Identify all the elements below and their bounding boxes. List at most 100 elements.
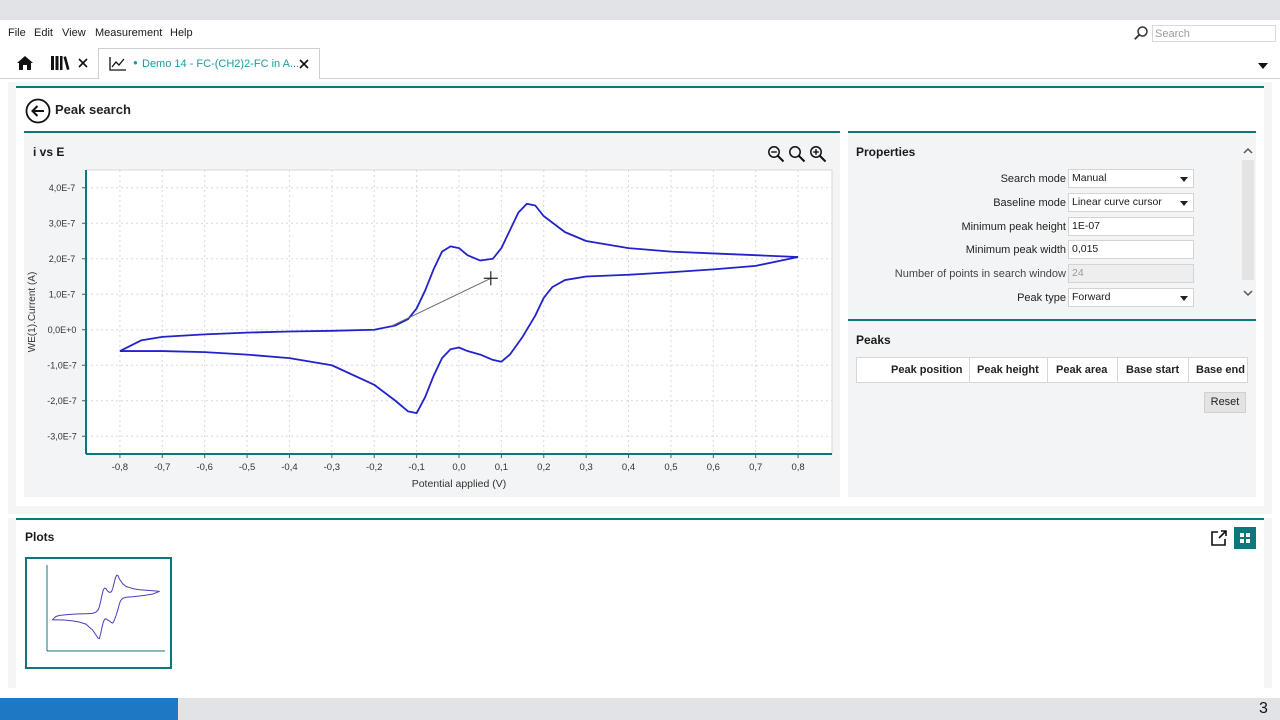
chevron-down-icon [1180, 201, 1188, 206]
search-mode-label: Search mode [1000, 173, 1066, 185]
close-icon [78, 58, 88, 68]
popout-icon[interactable] [1210, 529, 1228, 547]
chevron-down-icon [1180, 296, 1188, 301]
menu-measurement[interactable]: Measurement [95, 27, 162, 39]
home-icon [17, 56, 33, 70]
library-icon [51, 56, 70, 70]
y-tick-label: 4,0E-7 [49, 183, 76, 193]
x-tick-label: 0,4 [622, 462, 635, 473]
cv-chart[interactable]: -0,8 -0,7 -0,6 -0,5 -0,4 -0,3 -0,2 -0,1 0,0 0,1 0,… [24, 165, 840, 495]
peak-type-value: Forward [1072, 291, 1111, 303]
scroll-down-chevron-icon[interactable] [1243, 289, 1253, 297]
chart-line-icon [109, 57, 126, 71]
peaks-table-header: Peak position Peak height Peak area Base… [856, 357, 1248, 383]
baseline-mode-dropdown[interactable]: Linear curve cursor [1068, 193, 1194, 212]
x-tick-label: -0,1 [408, 462, 424, 473]
column-divider [1047, 358, 1048, 382]
column-base-start[interactable]: Base start [1126, 364, 1179, 376]
zoom-fit-icon[interactable] [788, 145, 806, 163]
peak-type-dropdown[interactable]: Forward [1068, 288, 1194, 307]
library-tab[interactable] [46, 48, 74, 78]
minimum-peak-height-label: Minimum peak height [961, 221, 1066, 233]
x-tick-label: -0,3 [324, 462, 340, 473]
x-tick-label: -0,8 [112, 462, 128, 473]
properties-title: Properties [856, 145, 916, 159]
plots-title: Plots [25, 530, 55, 544]
thumb-series-1 [52, 574, 160, 621]
search-icon[interactable] [1133, 25, 1149, 41]
peaks-title: Peaks [856, 333, 891, 347]
column-divider [1117, 358, 1118, 382]
menu-file[interactable]: File [8, 27, 26, 39]
column-peak-position[interactable]: Peak position [891, 364, 963, 376]
zoom-out-icon[interactable] [767, 145, 785, 163]
x-tick-label: 0,1 [495, 462, 508, 473]
x-tick-label: 0,8 [791, 462, 804, 473]
zoom-in-icon[interactable] [809, 145, 827, 163]
y-tick-label: 1,0E-7 [49, 289, 76, 299]
tab-bar: ● Demo 14 - FC-(CH2)2-FC in A... [0, 48, 1280, 79]
peaks-divider[interactable] [848, 319, 1256, 321]
x-tick-label: -0,2 [366, 462, 382, 473]
y-tick-label: 0,0E+0 [48, 325, 77, 335]
menu-bar: File Edit View Measurement Help [0, 20, 1280, 46]
properties-scrollbar[interactable] [1242, 160, 1254, 280]
x-tick-label: 0,5 [664, 462, 677, 473]
y-tick-label: 2,0E-7 [49, 254, 76, 264]
column-base-end[interactable]: Base end [1196, 364, 1245, 376]
tab-demo-14[interactable]: ● Demo 14 - FC-(CH2)2-FC in A... [98, 48, 320, 79]
search-mode-dropdown[interactable]: Manual [1068, 169, 1194, 188]
minimum-peak-height-field[interactable]: 1E-07 [1068, 217, 1194, 236]
scroll-up-chevron-icon[interactable] [1243, 147, 1253, 155]
x-tick-label: -0,5 [239, 462, 255, 473]
reset-button[interactable]: Reset [1204, 392, 1246, 413]
search-mode-value: Manual [1072, 172, 1107, 184]
plots-panel [16, 518, 1264, 688]
status-progress [0, 698, 178, 720]
chart-title: i vs E [33, 145, 65, 159]
x-tick-label: -0,6 [196, 462, 212, 473]
y-axis-label: WE(1).Current (A) [27, 272, 38, 353]
x-axis-label: Potential applied (V) [412, 478, 507, 490]
minimum-peak-width-label: Minimum peak width [965, 244, 1066, 256]
tab-demo-14-label: Demo 14 - FC-(CH2)2-FC in A... [142, 58, 300, 70]
column-peak-height[interactable]: Peak height [977, 364, 1039, 376]
x-tick-label: 0,2 [537, 462, 550, 473]
plot-thumbnail-chart [46, 565, 165, 652]
home-tab[interactable] [8, 48, 42, 78]
menu-help[interactable]: Help [170, 27, 193, 39]
library-tab-close-button[interactable] [74, 48, 92, 78]
x-tick-label: 0,0 [452, 462, 465, 473]
page-title: Peak search [55, 102, 131, 117]
tab-overflow-chevron-down-icon[interactable] [1258, 63, 1268, 69]
plot-thumbnail[interactable] [25, 557, 172, 669]
grid-view-icon[interactable] [1234, 527, 1256, 549]
properties-panel [848, 133, 1256, 497]
y-tick-label: 3,0E-7 [49, 218, 76, 228]
y-tick-label: -2,0E-7 [47, 396, 77, 406]
modified-dot-icon: ● [133, 58, 138, 67]
menu-view[interactable]: View [62, 27, 86, 39]
points-in-window-field: 24 [1068, 264, 1194, 283]
x-tick-label: -0,4 [281, 462, 297, 473]
baseline-mode-value: Linear curve cursor [1072, 196, 1162, 208]
minimum-peak-width-field[interactable]: 0,015 [1068, 240, 1194, 259]
x-tick-label: 0,7 [749, 462, 762, 473]
points-in-window-label: Number of points in search window [894, 268, 1066, 280]
back-arrow-icon[interactable] [25, 98, 51, 124]
column-peak-area[interactable]: Peak area [1056, 364, 1107, 376]
column-divider [1188, 358, 1189, 382]
x-tick-label: 0,3 [580, 462, 593, 473]
x-tick-label: -0,7 [154, 462, 170, 473]
baseline-mode-label: Baseline mode [993, 197, 1066, 209]
page-number: 3 [1259, 700, 1268, 717]
x-tick-label: 0,6 [707, 462, 720, 473]
search-input[interactable]: Search [1152, 25, 1276, 42]
y-tick-label: -1,0E-7 [47, 360, 77, 370]
peak-type-label: Peak type [1017, 292, 1066, 304]
y-tick-label: -3,0E-7 [47, 431, 77, 441]
status-bar [0, 698, 1280, 720]
menu-edit[interactable]: Edit [34, 27, 53, 39]
close-icon[interactable] [299, 59, 309, 69]
column-divider [969, 358, 970, 382]
